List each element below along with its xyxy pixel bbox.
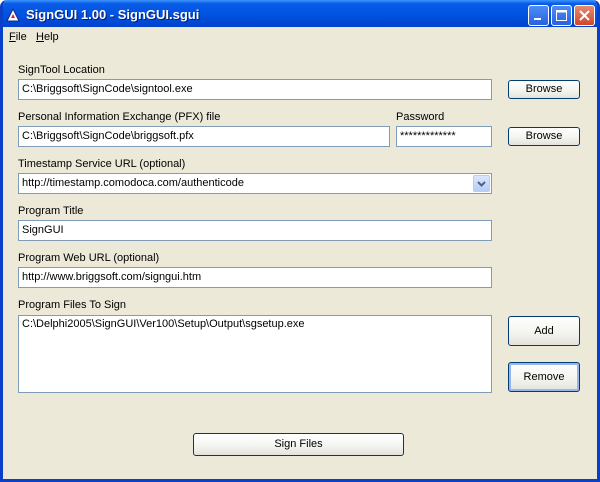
- main-window: SignGUI 1.00 - SignGUI.sgui File Help Si…: [0, 0, 600, 482]
- program-url-label: Program Web URL (optional): [18, 252, 160, 264]
- close-icon: [579, 10, 590, 21]
- maximize-button[interactable]: [551, 5, 572, 26]
- password-input[interactable]: *************: [396, 126, 492, 147]
- pfx-input[interactable]: C:\Briggsoft\SignCode\briggsoft.pfx: [18, 126, 390, 147]
- chevron-down-icon: [477, 181, 486, 187]
- program-files-list[interactable]: C:\Delphi2005\SignGUI\Ver100\Setup\Outpu…: [18, 315, 492, 393]
- program-files-label: Program Files To Sign: [18, 299, 127, 311]
- signtool-input[interactable]: C:\Briggsoft\SignCode\signtool.exe: [18, 79, 492, 100]
- add-button[interactable]: Add: [508, 316, 580, 346]
- pfx-label: Personal Information Exchange (PFX) file: [18, 111, 221, 123]
- minimize-icon: [534, 18, 541, 20]
- program-title-label: Program Title: [18, 205, 84, 217]
- window-title: SignGUI 1.00 - SignGUI.sgui: [26, 7, 200, 22]
- menu-file-accel: F: [9, 31, 16, 43]
- program-url-input[interactable]: http://www.briggsoft.com/signgui.htm: [18, 267, 492, 288]
- pfx-browse-button[interactable]: Browse: [508, 127, 580, 146]
- timestamp-dropdown-button[interactable]: [473, 175, 490, 192]
- program-title-input[interactable]: SignGUI: [18, 220, 492, 241]
- minimize-button[interactable]: [528, 5, 549, 26]
- app-icon: [6, 7, 20, 22]
- timestamp-value: http://timestamp.comodoca.com/authentico…: [22, 177, 244, 189]
- password-label: Password: [396, 111, 445, 123]
- maximize-icon: [556, 10, 567, 21]
- close-button[interactable]: [574, 5, 595, 26]
- menu-help[interactable]: Help: [36, 31, 59, 43]
- timestamp-label: Timestamp Service URL (optional): [18, 158, 186, 170]
- menu-help-label: elp: [43, 31, 59, 43]
- signtool-label: SignTool Location: [18, 64, 105, 76]
- menu-file[interactable]: File: [9, 31, 27, 43]
- signtool-browse-button[interactable]: Browse: [508, 80, 580, 99]
- menu-bar: File Help: [3, 27, 597, 47]
- list-item[interactable]: C:\Delphi2005\SignGUI\Ver100\Setup\Outpu…: [22, 318, 488, 330]
- sign-files-button[interactable]: Sign Files: [193, 433, 404, 456]
- title-bar[interactable]: SignGUI 1.00 - SignGUI.sgui: [3, 0, 597, 30]
- menu-file-label: ile: [15, 31, 27, 43]
- timestamp-select[interactable]: http://timestamp.comodoca.com/authentico…: [18, 173, 492, 194]
- remove-button[interactable]: Remove: [508, 362, 580, 392]
- menu-help-accel: H: [36, 31, 44, 43]
